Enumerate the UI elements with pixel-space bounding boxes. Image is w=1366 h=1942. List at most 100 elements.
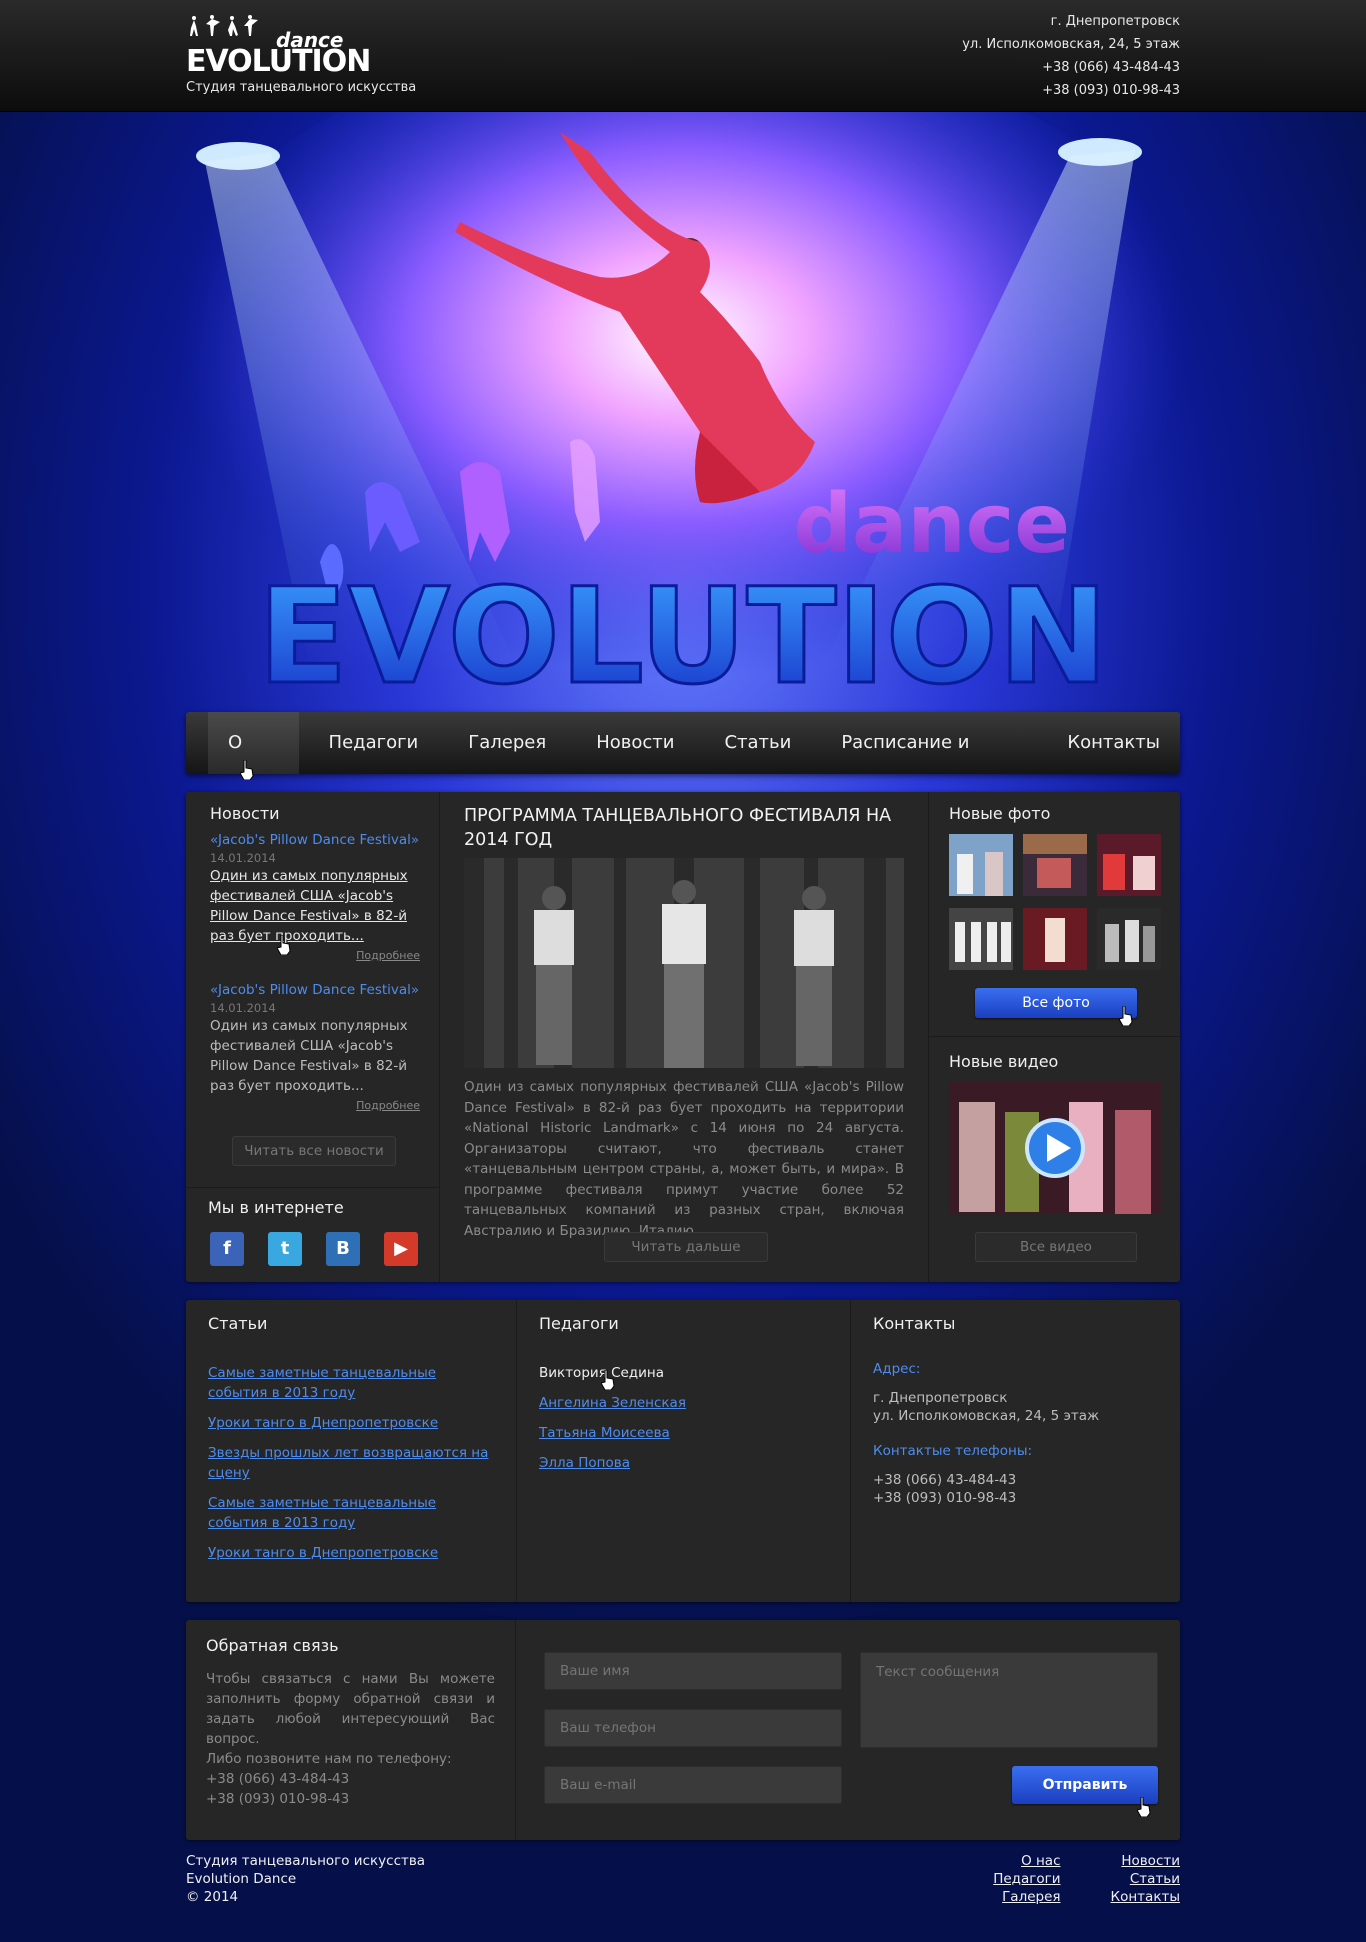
article-column: ПРОГРАММА ТАНЦЕВАЛЬНОГО ФЕСТИВАЛЯ НА 201…	[440, 792, 928, 1282]
news-item-more-link[interactable]: Подробнее	[210, 1096, 420, 1116]
article-image[interactable]	[464, 858, 904, 1068]
article-link[interactable]: Звезды прошлых лет возвращаются на сцену	[208, 1443, 494, 1483]
contacts-phone-1: +38 (066) 43-484-43	[873, 1472, 1017, 1488]
feedback-title: Обратная связь	[206, 1636, 339, 1655]
footer-link-contacts[interactable]: Контакты	[1111, 1888, 1180, 1906]
address-label: Адрес:	[873, 1361, 921, 1377]
feedback-panel: Обратная связь Чтобы связаться с нами Вы…	[186, 1620, 1180, 1840]
email-input[interactable]	[544, 1766, 842, 1804]
dancers-logo-icon	[190, 15, 258, 36]
news-title: Новости	[210, 804, 280, 823]
video-thumbnail[interactable]	[949, 1082, 1161, 1214]
feedback-phone-1: +38 (066) 43-484-43	[206, 1771, 350, 1787]
news-item-text: Один из самых популярных фестивалей США …	[210, 1018, 408, 1094]
nav-item-contacts[interactable]: Контакты	[1047, 712, 1180, 774]
read-more-button[interactable]: Читать дальше	[604, 1232, 768, 1262]
videos-title: Новые видео	[949, 1052, 1059, 1071]
social-title: Мы в интернете	[208, 1198, 344, 1217]
teacher-link[interactable]: Виктория Седина	[539, 1363, 828, 1383]
header-address: ул. Исполкомовская, 24, 5 этаж	[962, 37, 1180, 52]
photo-thumbnail[interactable]	[1097, 908, 1161, 970]
article-text: Один из самых популярных фестивалей США …	[464, 1079, 904, 1239]
photo-thumbnail[interactable]	[1097, 834, 1161, 896]
news-item-more-link[interactable]: Подробнее	[210, 946, 420, 966]
articles-title: Статьи	[208, 1314, 268, 1333]
header-phone-2: +38 (093) 010-98-43	[1042, 83, 1180, 98]
header-phone-1: +38 (066) 43-484-43	[1042, 60, 1180, 75]
vk-icon[interactable]: B	[326, 1232, 360, 1266]
teacher-link[interactable]: Татьяна Моисеева	[539, 1423, 828, 1443]
news-item-link[interactable]: «Jacob's Pillow Dance Festival»	[210, 832, 419, 848]
articles-list: Самые заметные танцевальные события в 20…	[208, 1363, 494, 1563]
news-column: Новости «Jacob's Pillow Dance Festival» …	[186, 792, 440, 1282]
hand-cursor-icon	[1119, 1006, 1133, 1026]
divider	[929, 1036, 1181, 1037]
message-input[interactable]	[860, 1652, 1158, 1748]
footer-line-1: Студия танцевального искусства	[186, 1853, 426, 1869]
nav-item-gallery[interactable]: Галерея	[448, 712, 566, 774]
all-news-button[interactable]: Читать все новости	[232, 1136, 396, 1166]
teachers-list: Виктория Седина Ангелина Зеленская Татья…	[539, 1363, 828, 1473]
divider	[186, 1187, 440, 1188]
article-title[interactable]: ПРОГРАММА ТАНЦЕВАЛЬНОГО ФЕСТИВАЛЯ НА 201…	[464, 804, 914, 852]
contacts-street: ул. Исполкомовская, 24, 5 этаж	[873, 1408, 1100, 1424]
news-item-date: 14.01.2014	[210, 1001, 276, 1015]
feedback-phone-2: +38 (093) 010-98-43	[206, 1791, 350, 1807]
feedback-description: Чтобы связаться с нами Вы можете заполни…	[206, 1671, 495, 1747]
footer-copyright: © 2014	[186, 1889, 239, 1905]
hand-cursor-icon	[1137, 1797, 1151, 1817]
photos-title: Новые фото	[949, 804, 1051, 823]
footer-link-teachers[interactable]: Педагоги	[993, 1870, 1060, 1888]
nav-item-articles[interactable]: Статьи	[704, 712, 811, 774]
info-panel: Статьи Самые заметные танцевальные событ…	[186, 1300, 1180, 1602]
teacher-link[interactable]: Элла Попова	[539, 1453, 828, 1473]
hand-cursor-icon	[277, 935, 291, 955]
photo-thumbnail[interactable]	[1023, 834, 1087, 896]
hero-evolution-text: EVOLUTION	[258, 560, 1109, 712]
hero-banner: dance EVOLUTION	[0, 112, 1366, 712]
nav-item-news[interactable]: Новости	[576, 712, 694, 774]
contacts-phone-2: +38 (093) 010-98-43	[873, 1490, 1017, 1506]
footer-info: Студия танцевального искусства Evolution…	[186, 1852, 425, 1906]
news-item: «Jacob's Pillow Dance Festival» 14.01.20…	[210, 830, 420, 966]
footer-line-2: Evolution Dance	[186, 1871, 297, 1887]
contacts-title: Контакты	[873, 1314, 956, 1333]
teacher-link[interactable]: Ангелина Зеленская	[539, 1393, 828, 1413]
news-item-date: 14.01.2014	[210, 851, 276, 865]
twitter-icon[interactable]: t	[268, 1232, 302, 1266]
header-contacts: г. Днепропетровск ул. Исполкомовская, 24…	[962, 10, 1180, 102]
phones-value: +38 (066) 43-484-43 +38 (093) 010-98-43	[873, 1471, 1158, 1507]
photo-thumbnail[interactable]	[949, 908, 1013, 970]
main-content-panel: Новости «Jacob's Pillow Dance Festival» …	[186, 792, 1181, 1282]
facebook-icon[interactable]: f	[210, 1232, 244, 1266]
footer-link-news[interactable]: Новости	[1111, 1852, 1180, 1870]
nav-item-schedule[interactable]: Расписание и цены	[821, 712, 1037, 815]
all-videos-button[interactable]: Все видео	[975, 1232, 1137, 1262]
footer-link-about[interactable]: О нас	[993, 1852, 1060, 1870]
all-photos-button[interactable]: Все фото	[975, 988, 1137, 1018]
article-link[interactable]: Уроки танго в Днепропетровске	[208, 1413, 494, 1433]
photo-thumbnail[interactable]	[949, 834, 1013, 896]
phones-label: Контактые телефоны:	[873, 1443, 1033, 1459]
phone-input[interactable]	[544, 1709, 842, 1747]
contacts-column: Контакты Адрес: г. Днепропетровск ул. Ис…	[850, 1300, 1180, 1602]
hero-illustration: dance EVOLUTION	[123, 112, 1243, 712]
footer-link-articles[interactable]: Статьи	[1111, 1870, 1180, 1888]
photo-thumbnail[interactable]	[1023, 908, 1087, 970]
news-item-text[interactable]: Один из самых популярных фестивалей США …	[210, 866, 420, 946]
article-link[interactable]: Самые заметные танцевальные события в 20…	[208, 1493, 494, 1533]
footer-link-gallery[interactable]: Галерея	[993, 1888, 1060, 1906]
article-link[interactable]: Уроки танго в Днепропетровске	[208, 1543, 494, 1563]
nav-item-teachers[interactable]: Педагоги	[309, 712, 439, 774]
articles-column: Статьи Самые заметные танцевальные событ…	[186, 1300, 516, 1602]
name-input[interactable]	[544, 1652, 842, 1690]
site-tagline: Студия танцевального искусства	[186, 80, 417, 95]
teachers-title: Педагоги	[539, 1314, 619, 1333]
article-link[interactable]: Самые заметные танцевальные события в 20…	[208, 1363, 494, 1403]
main-nav: О нас Педагоги Галерея Новости Статьи Ра…	[186, 712, 1180, 815]
news-item-link[interactable]: «Jacob's Pillow Dance Festival»	[210, 982, 419, 998]
youtube-icon[interactable]: ▶	[384, 1232, 418, 1266]
hand-cursor-icon	[240, 760, 254, 780]
site-logo[interactable]: dance EVOLUTION	[186, 14, 371, 79]
feedback-info: Обратная связь Чтобы связаться с нами Вы…	[186, 1620, 516, 1840]
